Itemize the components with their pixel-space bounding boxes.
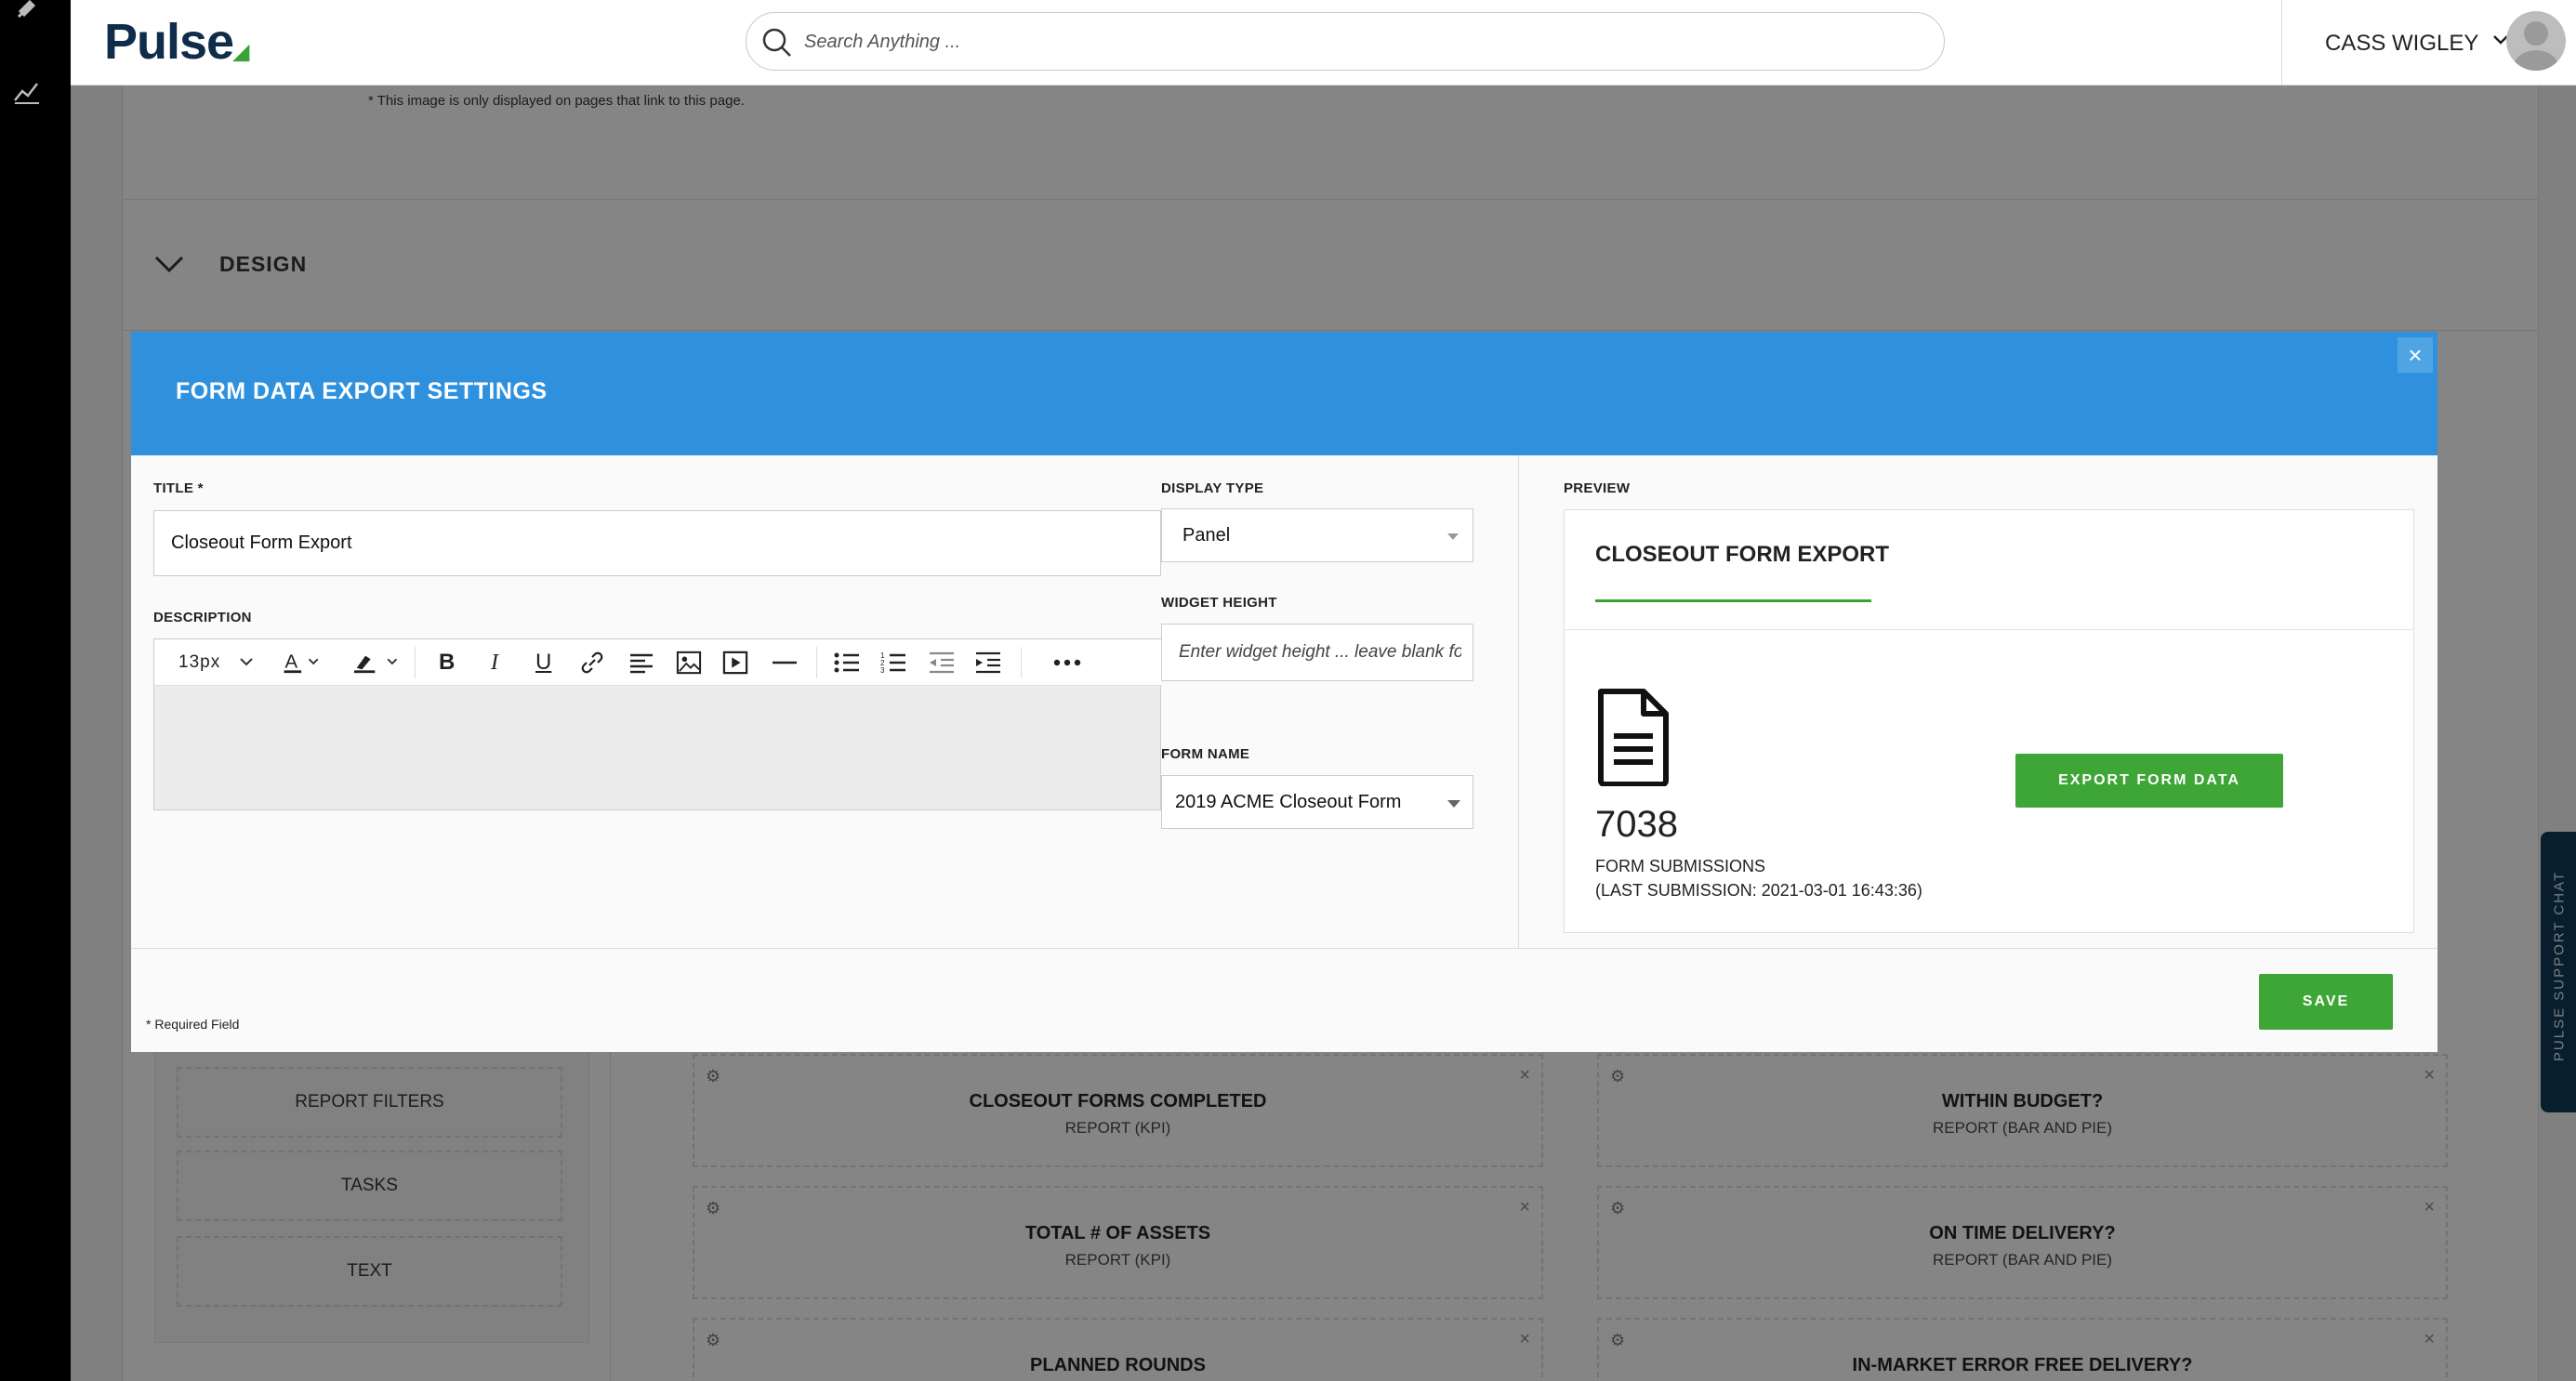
- widget-height-input[interactable]: Enter widget height ... leave blank for …: [1161, 624, 1473, 681]
- form-name-select[interactable]: 2019 ACME Closeout Form: [1161, 775, 1473, 829]
- form-data-export-modal: FORM DATA EXPORT SETTINGS × TITLE * Clos…: [131, 332, 2437, 1052]
- title-value: Closeout Form Export: [171, 533, 352, 553]
- preview-panel: CLOSEOUT FORM EXPORT 7038 FORM SUBMISSIO…: [1564, 509, 2414, 933]
- title-field[interactable]: Closeout Form Export: [153, 510, 1161, 576]
- widget-height-placeholder: Enter widget height ... leave blank for …: [1179, 642, 1461, 662]
- export-form-data-button[interactable]: EXPORT FORM DATA: [2015, 754, 2283, 808]
- text-color-icon[interactable]: A: [282, 651, 324, 675]
- modal-header: FORM DATA EXPORT SETTINGS ×: [131, 332, 2437, 455]
- preview-title-underline: [1595, 599, 1871, 602]
- avatar[interactable]: [2506, 11, 2566, 71]
- description-label: DESCRIPTION: [153, 610, 252, 625]
- last-submission: (LAST SUBMISSION: 2021-03-01 16:43:36): [1595, 881, 1922, 900]
- chart-icon[interactable]: [13, 78, 41, 106]
- left-rail: [0, 0, 71, 1381]
- title-label: TITLE *: [153, 480, 204, 496]
- description-input[interactable]: [154, 686, 1160, 809]
- numbered-list-icon[interactable]: 123: [879, 651, 907, 675]
- chevron-down-icon: [1447, 533, 1459, 540]
- save-button[interactable]: SAVE: [2259, 974, 2393, 1030]
- search-input[interactable]: Search Anything ...: [804, 32, 960, 53]
- more-icon[interactable]: [1052, 651, 1082, 675]
- search-box[interactable]: Search Anything ...: [746, 12, 1945, 71]
- search-icon: [762, 28, 791, 57]
- link-icon[interactable]: [578, 651, 606, 675]
- user-name[interactable]: CASS WIGLEY: [2325, 31, 2478, 57]
- divider: [1518, 455, 1519, 948]
- close-icon[interactable]: ×: [2398, 337, 2433, 373]
- chevron-down-icon[interactable]: [238, 651, 255, 675]
- divider: [1565, 629, 2413, 630]
- required-field-note: * Required Field: [146, 1017, 240, 1032]
- indent-icon[interactable]: [974, 651, 1002, 675]
- italic-icon[interactable]: I: [491, 651, 498, 675]
- submission-count: 7038: [1595, 804, 1678, 845]
- video-icon[interactable]: [721, 651, 749, 675]
- chevron-down-icon: [1447, 800, 1460, 808]
- form-name-value: 2019 ACME Closeout Form: [1175, 792, 1402, 812]
- display-type-value: Panel: [1182, 525, 1231, 546]
- pin-icon[interactable]: [13, 0, 41, 22]
- svg-text:3: 3: [880, 666, 885, 675]
- file-icon: [1598, 689, 1669, 786]
- modal-title: FORM DATA EXPORT SETTINGS: [176, 378, 548, 404]
- bold-icon[interactable]: B: [439, 650, 455, 675]
- image-icon[interactable]: [675, 651, 703, 675]
- widget-height-label: WIDGET HEIGHT: [1161, 595, 1277, 611]
- bullet-list-icon[interactable]: [833, 651, 861, 675]
- description-editor: 13px A B I U 123: [153, 638, 1162, 810]
- outdent-icon[interactable]: [928, 651, 956, 675]
- display-type-select[interactable]: Panel: [1161, 508, 1473, 562]
- svg-text:A: A: [285, 652, 298, 673]
- preview-label: PREVIEW: [1564, 480, 1631, 496]
- font-size-select[interactable]: 13px: [178, 651, 220, 675]
- display-type-label: DISPLAY TYPE: [1161, 480, 1264, 496]
- editor-toolbar: 13px A B I U 123: [154, 639, 1162, 686]
- underline-icon[interactable]: U: [535, 650, 551, 675]
- preview-title: CLOSEOUT FORM EXPORT: [1595, 542, 1890, 567]
- pulse-logo[interactable]: Pulse◢: [104, 13, 249, 71]
- divider: [131, 948, 2437, 949]
- align-icon[interactable]: [628, 651, 654, 675]
- horizontal-rule-icon[interactable]: [772, 651, 798, 675]
- highlight-icon[interactable]: [351, 651, 405, 675]
- top-bar: Pulse◢ Search Anything ... CASS WIGLEY: [71, 0, 2576, 85]
- form-name-label: FORM NAME: [1161, 746, 1250, 762]
- submission-count-label: FORM SUBMISSIONS: [1595, 857, 1766, 875]
